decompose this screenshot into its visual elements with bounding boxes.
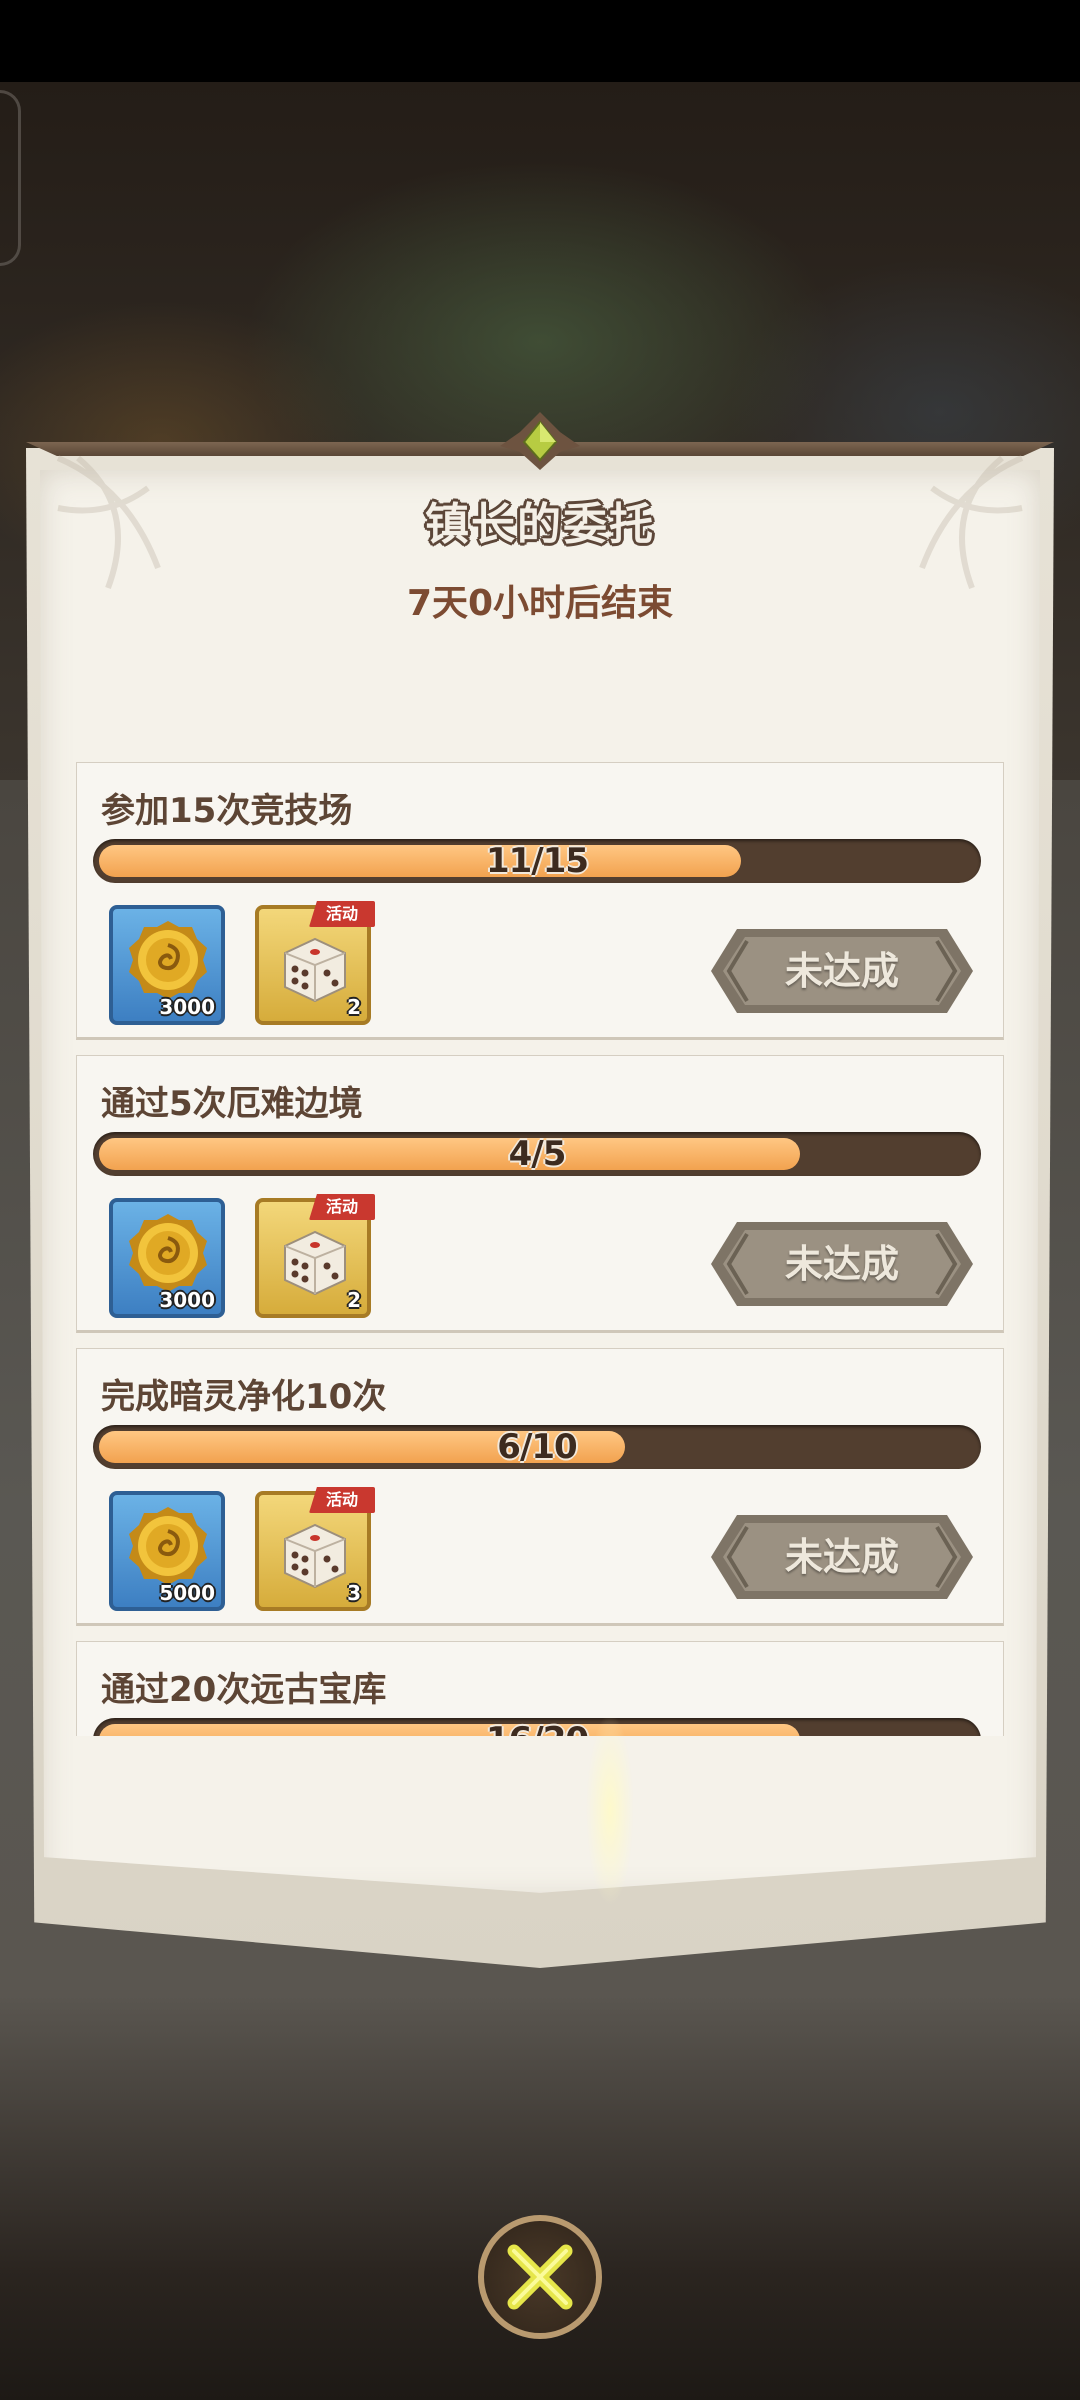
- quest-status-button[interactable]: 未达成: [707, 1216, 977, 1312]
- quest-card: 参加15次竞技场 11/15 3000 活动 2 未达成: [76, 762, 1004, 1040]
- reward-count: 5000: [159, 1581, 215, 1605]
- dice-icon: [284, 1523, 346, 1589]
- reward-dice[interactable]: 活动 2: [255, 901, 375, 1025]
- reward-count: 3000: [159, 995, 215, 1019]
- quest-progress-bar: 4/5: [93, 1132, 981, 1176]
- gold-coin-icon: [129, 1214, 207, 1292]
- quest-card: 完成暗灵净化10次 6/10 5000 活动 3 未达成: [76, 1348, 1004, 1626]
- close-button[interactable]: [478, 2215, 602, 2339]
- quest-name: 完成暗灵净化10次: [101, 1377, 387, 1417]
- progress-text: 16/20: [93, 1718, 981, 1736]
- reward-dice[interactable]: 活动 3: [255, 1487, 375, 1611]
- quest-progress-bar: 16/20: [93, 1718, 981, 1736]
- quest-card: 通过5次厄难边境 4/5 3000 活动 2 未达成: [76, 1055, 1004, 1333]
- event-countdown: 7天0小时后结束: [406, 583, 674, 624]
- quest-card: 通过20次远古宝库 16/20: [76, 1641, 1004, 1736]
- dice-icon: [284, 1230, 346, 1296]
- status-label: 未达成: [784, 949, 899, 993]
- reward-count: 2: [347, 995, 361, 1019]
- event-tag: 活动: [309, 901, 375, 927]
- reward-gold-coin[interactable]: 3000: [109, 905, 225, 1025]
- background-frame-edge: [0, 90, 21, 266]
- reward-count: 3: [347, 1581, 361, 1605]
- quest-status-button[interactable]: 未达成: [707, 1509, 977, 1605]
- quest-progress-bar: 11/15: [93, 839, 981, 883]
- quest-name: 通过5次厄难边境: [101, 1084, 363, 1124]
- quest-list[interactable]: 参加15次竞技场 11/15 3000 活动 2 未达成 通过5次厄难边境 4/…: [76, 762, 1006, 1736]
- close-icon: [507, 2244, 573, 2310]
- gold-coin-icon: [129, 921, 207, 999]
- dice-icon: [284, 937, 346, 1003]
- progress-text: 4/5: [508, 1134, 567, 1174]
- status-bar: [0, 0, 1080, 82]
- progress-text: 6/10: [497, 1427, 577, 1467]
- event-tag: 活动: [309, 1487, 375, 1513]
- reward-dice[interactable]: 活动 2: [255, 1194, 375, 1318]
- panel-title: 镇长的委托: [425, 499, 655, 550]
- status-label: 未达成: [784, 1242, 899, 1286]
- status-label: 未达成: [784, 1535, 899, 1579]
- quest-status-button[interactable]: 未达成: [707, 923, 977, 1019]
- reward-count: 2: [347, 1288, 361, 1312]
- quest-name: 通过20次远古宝库: [101, 1670, 387, 1710]
- gem-ornament-icon: [500, 412, 580, 470]
- gold-coin-icon: [129, 1507, 207, 1585]
- quest-progress-bar: 6/10: [93, 1425, 981, 1469]
- event-tag: 活动: [309, 1194, 375, 1220]
- reward-count: 3000: [159, 1288, 215, 1312]
- reward-gold-coin[interactable]: 5000: [109, 1491, 225, 1611]
- progress-text: 11/15: [485, 841, 589, 881]
- reward-gold-coin[interactable]: 3000: [109, 1198, 225, 1318]
- quest-name: 参加15次竞技场: [101, 791, 353, 831]
